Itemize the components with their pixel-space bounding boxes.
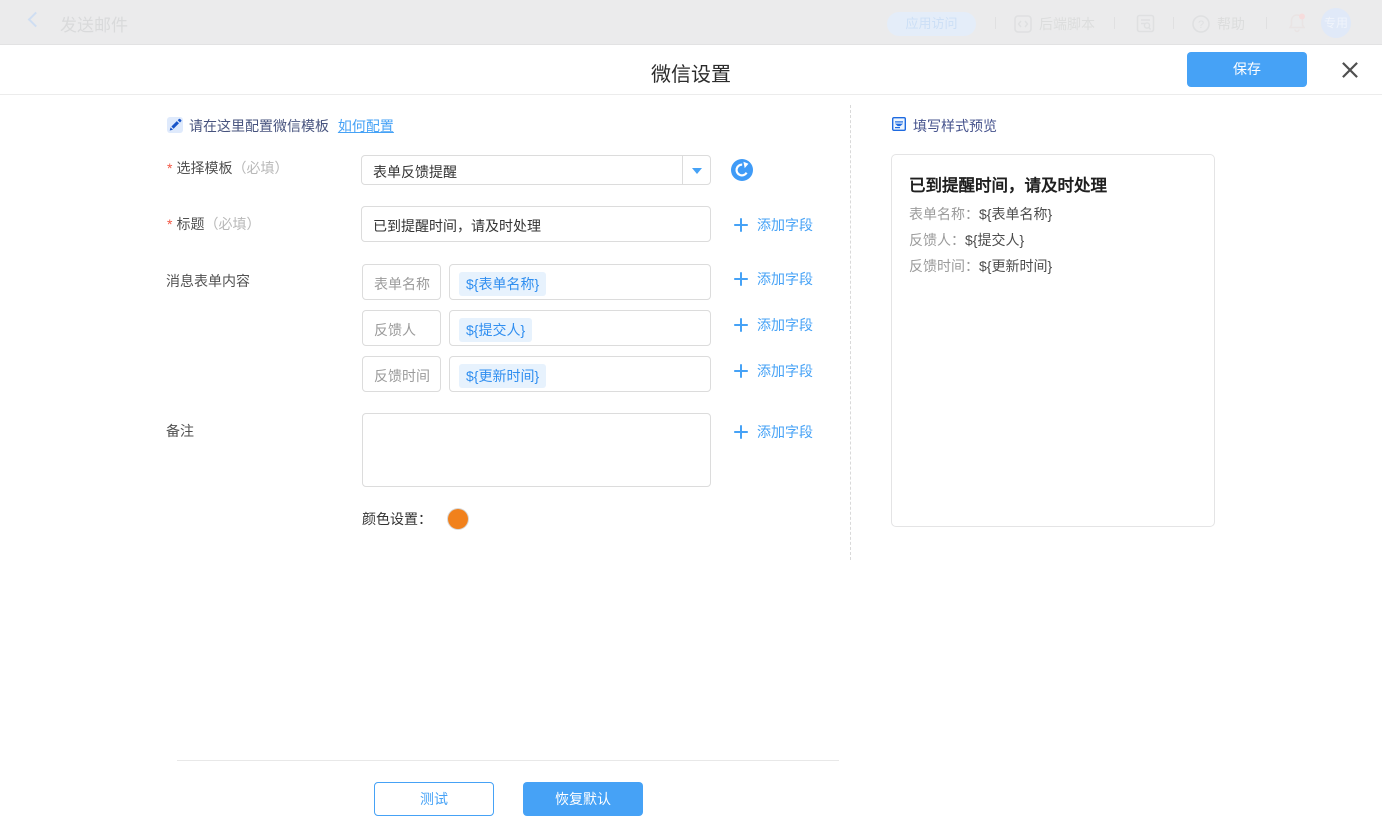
svg-text:?: ? (1198, 19, 1204, 31)
